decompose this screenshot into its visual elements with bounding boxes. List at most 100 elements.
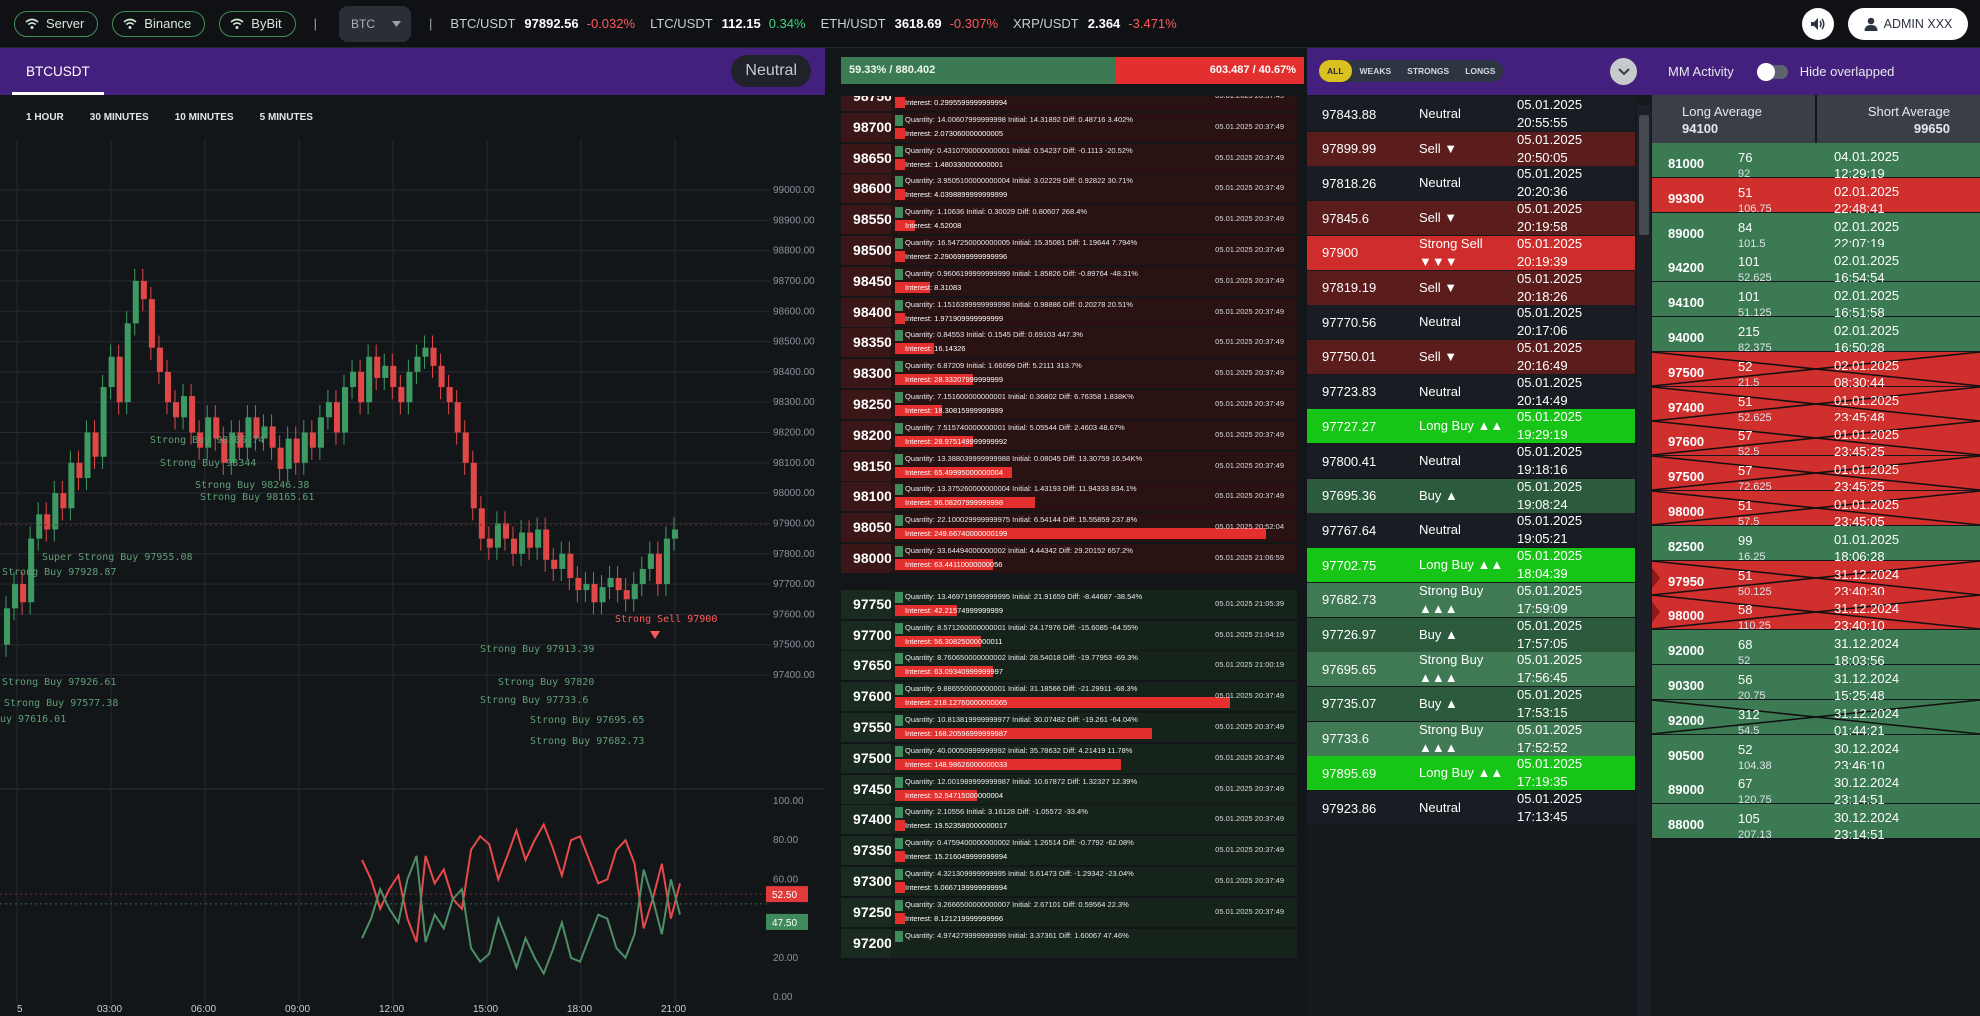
orderbook-row[interactable]: 97350 Quantity: 0.4759400000000002 Initia… — [825, 836, 1307, 867]
mm-row[interactable]: 94100 101 51.125 02.01.2025 16:51:58 — [1652, 282, 1980, 320]
signal-row[interactable]: 97682.73 Strong Buy ▲▲▲ 05.01.2025 17:59:09 — [1307, 582, 1635, 617]
hide-overlapped-toggle[interactable] — [1756, 62, 1788, 81]
signal-date: 05.01.2025 — [1517, 270, 1583, 286]
signal-row[interactable]: 97726.97 Buy ▲ 05.01.2025 17:57:05 — [1307, 617, 1635, 652]
tab-1-hour[interactable]: 1 HOUR — [26, 112, 64, 123]
mm-date: 01.01.2025 — [1834, 392, 1900, 408]
mm-row[interactable]: 92000 68 52 31.12.2024 18:03:56 — [1652, 630, 1980, 668]
signal-row[interactable]: 97733.6 Strong Buy ▲▲▲ 05.01.2025 17:52:52 — [1307, 721, 1635, 756]
signal-row[interactable]: 97923.86 Neutral 05.01.2025 17:13:45 — [1307, 791, 1635, 825]
signal-row[interactable]: 97735.07 Buy ▲ 05.01.2025 17:53:15 — [1307, 686, 1635, 721]
orderbook-interest: Interest: 168.20596999999987 — [895, 728, 1153, 739]
price-chart[interactable]: 99000.00 98900.00 98800.00 98700.00 98600.00… — [0, 139, 825, 1016]
sound-button[interactable] — [1802, 8, 1834, 40]
orderbook-row[interactable]: 98200 Quantity: 7.515740000000001 Initial… — [825, 420, 1307, 452]
price-tick-label: 97400.00 — [773, 670, 815, 681]
signal-row[interactable]: 97750.01 Sell ▼ 05.01.2025 20:16:49 — [1307, 339, 1635, 374]
signal-list-scrollbar[interactable] — [1637, 105, 1651, 1016]
signal-row[interactable]: 97895.69 Long Buy ▲▲ 05.01.2025 17:19:35 — [1307, 756, 1635, 791]
signal-row[interactable]: 97899.99 Sell ▼ 05.01.2025 20:50:05 — [1307, 131, 1635, 166]
orderbook-row[interactable]: 97650 Quantity: 8.760650000000002 Initial… — [825, 651, 1307, 682]
tab-weaks[interactable]: WEAKS — [1352, 60, 1400, 82]
mm-row[interactable]: 98000 51 57.5 01.01.2025 23:45:05 — [1652, 491, 1980, 529]
tab-30-minutes[interactable]: 30 MINUTES — [90, 112, 149, 123]
orderbook-row[interactable]: 98500 Quantity: 16.547250000000005 Initia… — [825, 236, 1307, 267]
orderbook-row[interactable]: 97600 Quantity: 9.886550000000001 Initial… — [825, 682, 1307, 713]
mm-row[interactable]: 97600 57 52.5 01.01.2025 23:45:25 — [1652, 421, 1980, 459]
tab-10-minutes[interactable]: 10 MINUTES — [175, 112, 234, 123]
mm-row[interactable]: 94000 215 82.375 02.01.2025 16:50:28 — [1652, 317, 1980, 355]
signal-row[interactable]: 97770.56 Neutral 05.01.2025 20:17:06 — [1307, 305, 1635, 340]
tab-5-minutes[interactable]: 5 MINUTES — [260, 112, 313, 123]
filter-bybit-button[interactable]: ByBit — [219, 10, 296, 37]
mm-row[interactable]: 90300 56 20.75 31.12.2024 15:25:48 — [1652, 665, 1980, 703]
orderbook-row[interactable]: 98050 Quantity: 22.100029999999975 Initia… — [825, 513, 1307, 544]
filter-server-button[interactable]: Server — [14, 10, 99, 37]
scrollbar-thumb[interactable] — [1639, 115, 1649, 235]
signal-row[interactable]: 97695.36 Buy ▲ 05.01.2025 19:08:24 — [1307, 478, 1635, 513]
orderbook-row[interactable]: 98000 Quantity: 33.64494000000002 Initial… — [825, 544, 1307, 575]
orderbook-row[interactable]: 98100 Quantity: 13.375260000000004 Initia… — [825, 482, 1307, 513]
mm-row[interactable]: 97400 51 52.625 01.01.2025 23:45:48 — [1652, 386, 1980, 425]
coin-select[interactable]: BTC — [339, 5, 412, 42]
tab-longs[interactable]: LONGS — [1457, 60, 1503, 82]
signal-row[interactable]: 97845.6 Sell ▼ 05.01.2025 20:19:58 — [1307, 201, 1635, 236]
orderbook-row[interactable]: 97200 Quantity: 4.974279999999999 Initial… — [825, 928, 1307, 960]
signal-row[interactable]: 97819.19 Sell ▼ 05.01.2025 20:18:26 — [1307, 270, 1635, 305]
orderbook-row[interactable]: 98600 Quantity: 3.9505100000000004 Initia… — [825, 174, 1307, 205]
filter-binance-button[interactable]: Binance — [112, 10, 206, 37]
tab-btcusdt[interactable]: BTCUSDT — [12, 48, 104, 95]
tab-all[interactable]: ALL — [1319, 60, 1352, 82]
orderbook-row[interactable]: 98150 Quantity: 13.388039999999988 Initia… — [825, 451, 1307, 483]
mm-row[interactable]: 90500 52 104.38 30.12.2024 23:46:10 — [1652, 734, 1980, 773]
mm-row[interactable]: 94200 101 52.625 02.01.2025 16:54:54 — [1652, 247, 1980, 285]
orderbook-row[interactable]: 98700 Quantity: 14.00607999999998 Initial… — [825, 112, 1307, 144]
signal-row[interactable]: 97818.26 Neutral 05.01.2025 20:20:36 — [1307, 166, 1635, 201]
signal-row[interactable]: 97727.27 Long Buy ▲▲ 05.01.2025 19:29:19 — [1307, 409, 1635, 444]
signal-row[interactable]: 97767.64 Neutral 05.01.2025 19:05:21 — [1307, 513, 1635, 548]
indicator-tick-label: 0.00 — [773, 992, 793, 1003]
orderbook-row[interactable]: 97550 Quantity: 10.813819999999977 Initia… — [825, 713, 1307, 744]
signal-row[interactable]: 97702.75 Long Buy ▲▲ 05.01.2025 18:04:39 — [1307, 548, 1635, 583]
mm-row[interactable]: 89000 84 101.5 02.01.2025 22:07:19 — [1652, 212, 1980, 251]
mm-row[interactable]: 97950 51 50.125 31.12.2024 23:40:30 — [1652, 560, 1980, 599]
mm-row[interactable]: 98000 58 110.25 31.12.2024 23:40:10 — [1652, 595, 1980, 633]
mm-row[interactable]: 81000 76 92 04.01.2025 12:29:19 — [1652, 143, 1980, 181]
mm-row[interactable]: 89000 67 120.75 30.12.2024 23:14:51 — [1652, 769, 1980, 807]
orderbook-row[interactable]: 97400 Quantity: 2.10556 Initial: 3.16128 … — [825, 805, 1307, 836]
mm-count: 101 — [1738, 289, 1760, 305]
signal-label: Strong Buy 98306.74 — [150, 435, 264, 446]
orderbook-row[interactable]: 97250 Quantity: 3.2666500000000007 Initia… — [825, 897, 1307, 929]
mm-row[interactable]: 99300 51 106.75 02.01.2025 22:48:41 — [1652, 177, 1980, 216]
mm-row[interactable]: 97500 57 72.625 01.01.2025 23:45:25 — [1652, 456, 1980, 494]
admin-user-button[interactable]: ADMIN XXX — [1848, 8, 1968, 40]
signal-row[interactable]: 97900 Strong Sell ▼▼▼ 05.01.2025 20:19:39 — [1307, 235, 1635, 270]
orderbook-interest: Interest: 56.30825000000011 — [895, 635, 1002, 647]
orderbook-row[interactable]: 98750Interest: 0.299559999999999405.01.2… — [825, 96, 1307, 113]
orderbook-row[interactable]: 97700 Quantity: 8.571260000000001 Initial… — [825, 620, 1307, 652]
mm-row[interactable]: 92000 312 54.5 31.12.2024 01:44:21 — [1652, 699, 1980, 738]
mm-row[interactable]: 97500 52 21.5 02.01.2025 08:30:44 — [1652, 351, 1980, 390]
collapse-button[interactable] — [1610, 58, 1637, 85]
signal-type: Sell ▼ — [1419, 210, 1458, 226]
orderbook-row[interactable]: 98300 Quantity: 6.87209 Initial: 1.66099 … — [825, 359, 1307, 390]
orderbook-row[interactable]: 97500 Quantity: 40.00050999999992 Initial… — [825, 743, 1307, 775]
signal-row[interactable]: 97723.83 Neutral 05.01.2025 20:14:49 — [1307, 374, 1635, 409]
signal-row[interactable]: 97843.88 Neutral 05.01.2025 20:55:55 — [1307, 97, 1635, 131]
orderbook-row[interactable]: 97750 Quantity: 13.469719999999995 Initia… — [825, 589, 1307, 621]
orderbook-row[interactable]: 97450 Quantity: 12.001989999999987 Initia… — [825, 774, 1307, 806]
orderbook-row[interactable]: 98350 Quantity: 0.84553 Initial: 0.1545 D… — [825, 328, 1307, 359]
mm-row[interactable]: 88000 105 207.13 30.12.2024 23:14:51 — [1652, 804, 1980, 842]
orderbook-row[interactable]: 98650 Quantity: 0.4310700000000001 Initia… — [825, 143, 1307, 175]
orderbook-row[interactable]: 98550 Quantity: 1.10636 Initial: 0.30029 … — [825, 205, 1307, 236]
tab-strongs[interactable]: STRONGS — [1399, 60, 1457, 82]
orderbook-row[interactable]: 98400 Quantity: 1.1516399999999998 Initia… — [825, 297, 1307, 329]
orderbook-row[interactable]: 98450 Quantity: 0.9606199999999999 Initia… — [825, 266, 1307, 298]
orderbook-row[interactable]: 97300 Quantity: 4.321309999999995 Initial… — [825, 867, 1307, 898]
mm-row[interactable]: 82500 99 16.25 01.01.2025 18:06:28 — [1652, 525, 1980, 564]
orderbook-row[interactable]: 98250 Quantity: 7.151600000000001 Initial… — [825, 390, 1307, 421]
signal-row[interactable]: 97695.65 Strong Buy ▲▲▲ 05.01.2025 17:56:45 — [1307, 652, 1635, 687]
orderbook-rows[interactable]: 98750Interest: 0.299559999999999405.01.2… — [825, 96, 1307, 1016]
signal-label: Strong Buy 97926.61 — [2, 677, 116, 688]
signal-row[interactable]: 97800.41 Neutral 05.01.2025 19:18:16 — [1307, 444, 1635, 478]
